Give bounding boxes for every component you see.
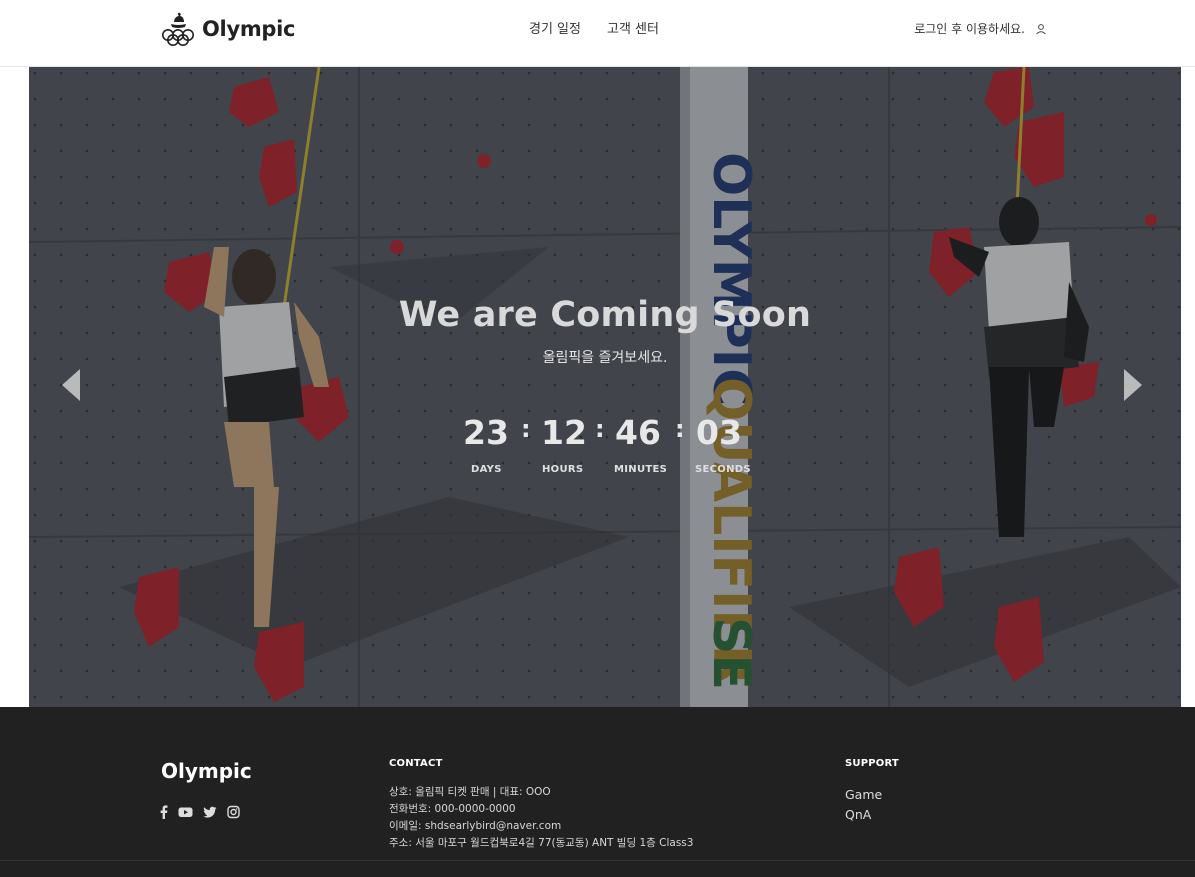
login-area: 로그인 후 이용하세요. (914, 20, 1047, 37)
contact-company-line: 상호: 올림픽 티켓 판매 | 대표: OOO (389, 786, 551, 798)
footer-divider (0, 860, 1195, 861)
countdown-days-label: DAYS (471, 464, 502, 475)
instagram-icon[interactable] (227, 805, 240, 819)
contact-heading: CONTACT (389, 758, 443, 769)
countdown-days-value: 23 (463, 413, 509, 452)
facebook-icon[interactable] (160, 805, 168, 819)
slider-prev-arrow-icon[interactable] (60, 367, 82, 403)
contact-address-line: 주소: 서울 마포구 월드컵북로4길 77(동교동) ANT 빌딩 1층 Cla… (389, 837, 694, 849)
social-links (160, 805, 240, 819)
site-logo[interactable]: Olympic (160, 12, 296, 46)
countdown-seconds-value: 03 (696, 413, 742, 452)
hero-title: We are Coming Soon (398, 295, 812, 335)
main-nav: 경기 일정 고객 센터 (529, 18, 659, 37)
contact-email-line: 이메일: shdsearlybird@naver.com (389, 820, 562, 832)
hero-dark-overlay (29, 67, 1181, 707)
login-prompt-text[interactable]: 로그인 후 이용하세요. (914, 20, 1025, 37)
countdown-minutes-value: 46 (615, 413, 661, 452)
support-heading: SUPPORT (845, 758, 899, 769)
support-link-game[interactable]: Game (845, 785, 882, 805)
contact-info: 상호: 올림픽 티켓 판매 | 대표: OOO 전화번호: 000-0000-0… (389, 784, 693, 852)
footer-logo[interactable]: Olympic (161, 759, 252, 783)
countdown-separator: : (595, 415, 605, 443)
countdown-minutes-label: MINUTES (614, 464, 668, 475)
twitter-icon[interactable] (203, 805, 217, 819)
countdown-timer: 23 : 12 : 46 : 03 DAYS HOURS MINUTES SEC… (459, 413, 759, 483)
nav-item-schedule[interactable]: 경기 일정 (529, 18, 581, 37)
support-link-qna[interactable]: QnA (845, 805, 882, 825)
countdown-hours-label: HOURS (542, 464, 584, 475)
countdown-separator: : (521, 415, 531, 443)
site-header: Olympic 경기 일정 고객 센터 로그인 후 이용하세요. (0, 0, 1195, 67)
slider-next-arrow-icon[interactable] (1122, 367, 1144, 403)
countdown-hours-value: 12 (541, 413, 587, 452)
user-icon[interactable] (1035, 23, 1047, 35)
countdown-seconds-label: SECONDS (695, 464, 751, 475)
nav-item-customer-center[interactable]: 고객 센터 (607, 18, 659, 37)
countdown-separator: : (675, 415, 685, 443)
support-links: Game QnA (845, 785, 882, 825)
youtube-icon[interactable] (178, 805, 193, 819)
logo-text: Olympic (202, 17, 296, 41)
olympic-rings-logo-icon (162, 12, 194, 46)
contact-phone-line: 전화번호: 000-0000-0000 (389, 803, 516, 815)
site-footer: Olympic CONTACT 상호: 올림픽 티켓 판매 | 대표: OOO … (0, 707, 1195, 877)
hero-slider: OLYMPIC QUALIFIER SE We are Coming Soon … (29, 67, 1181, 707)
hero-subtitle: 올림픽을 즐겨보세요. (542, 350, 668, 366)
